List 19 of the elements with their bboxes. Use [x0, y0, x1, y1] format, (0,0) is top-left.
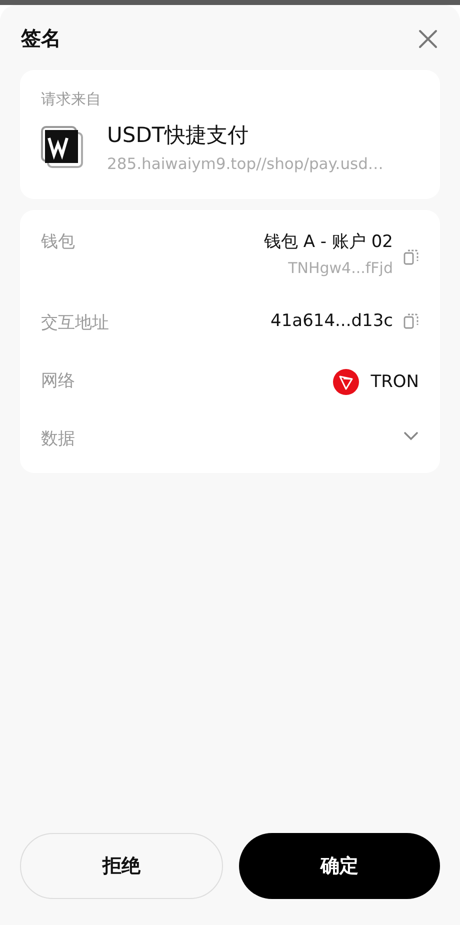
- field-label: 网络: [41, 370, 75, 392]
- dialog-title: 签名: [21, 25, 61, 52]
- field-value: TRON: [370, 372, 419, 392]
- field-value: 钱包 A - 账户 02: [264, 232, 393, 252]
- field-value: 41a614...d13c: [270, 311, 393, 331]
- reject-button[interactable]: 拒绝: [20, 833, 223, 899]
- wallet-address: TNHgw4...fFjd: [287, 259, 393, 277]
- chevron-icon[interactable]: [403, 431, 419, 441]
- copy-icon[interactable]: [403, 248, 419, 266]
- field-label: 交互地址: [41, 312, 109, 334]
- request-url: 285.haiwaiym9.top//shop/pay.usd…: [107, 155, 384, 173]
- app-name: USDT快捷支付: [107, 122, 250, 149]
- section-label: 请求来自: [41, 90, 102, 109]
- field-label: 钱包: [41, 231, 75, 253]
- copy-icon[interactable]: [403, 312, 419, 330]
- network-logo-icon: [332, 369, 359, 395]
- field-label: 数据: [41, 428, 75, 450]
- app-logo-icon: [41, 126, 85, 168]
- confirm-button[interactable]: 确定: [239, 833, 440, 899]
